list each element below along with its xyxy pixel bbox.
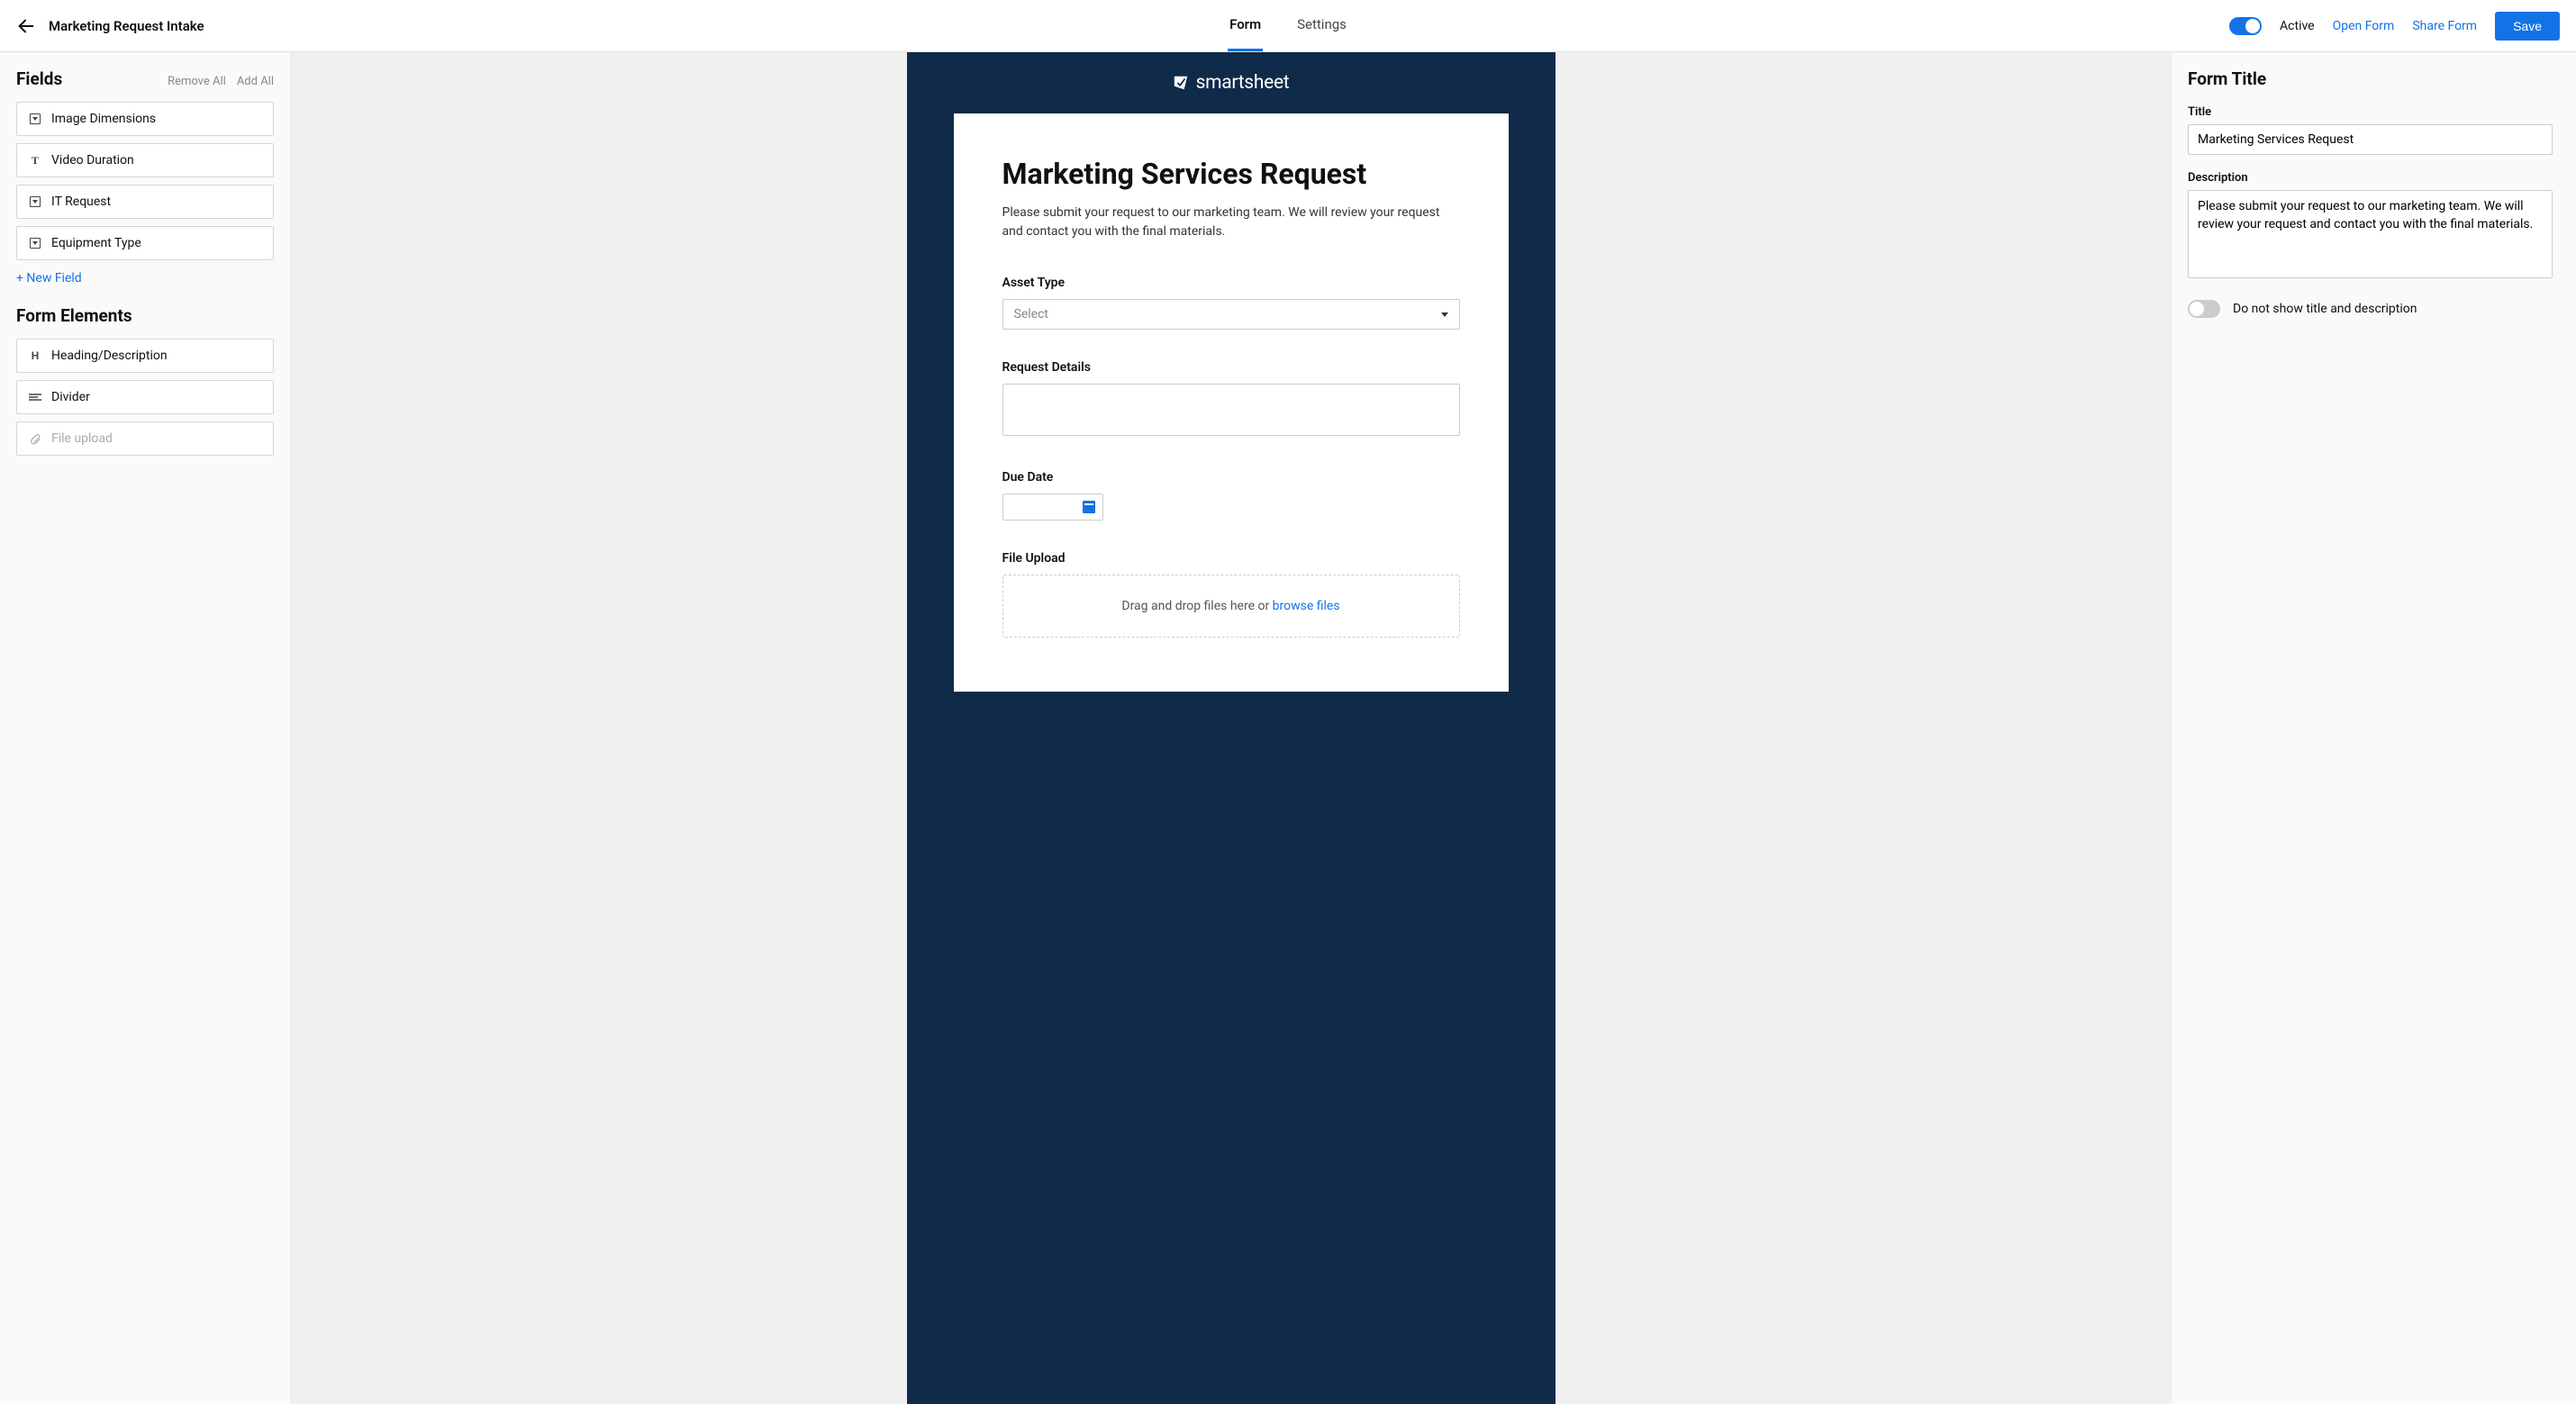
request-details-textarea[interactable] — [1002, 384, 1460, 436]
form-field-request-details[interactable]: Request Details — [1002, 360, 1460, 439]
form-field-file-upload[interactable]: File Upload Drag and drop files here or … — [1002, 551, 1460, 638]
element-label: Heading/Description — [51, 349, 168, 363]
new-field-link[interactable]: + New Field — [16, 267, 82, 289]
right-panel-heading: Form Title — [2188, 68, 2553, 89]
element-label: Divider — [51, 390, 90, 404]
field-label: Due Date — [1002, 470, 1460, 485]
back-arrow-icon[interactable] — [16, 16, 36, 36]
sidebar-right: Form Title Title Description Please subm… — [2171, 52, 2576, 1404]
text-icon: T — [28, 153, 42, 168]
element-divider[interactable]: Divider — [16, 380, 274, 414]
divider-icon — [28, 390, 42, 404]
remove-all-link[interactable]: Remove All — [168, 75, 226, 88]
add-all-link[interactable]: Add All — [237, 75, 274, 88]
file-dropzone[interactable]: Drag and drop files here or browse files — [1002, 575, 1460, 638]
brand-text: smartsheet — [1196, 72, 1290, 94]
title-label: Title — [2188, 105, 2553, 119]
heading-icon: H — [28, 349, 42, 363]
form-field-asset-type[interactable]: Asset Type Select — [1002, 276, 1460, 330]
topbar: Marketing Request Intake Form Settings A… — [0, 0, 2576, 52]
title-input[interactable] — [2188, 124, 2553, 155]
dropdown-icon — [28, 195, 42, 209]
tab-form[interactable]: Form — [1228, 0, 1263, 51]
field-label: File Upload — [1002, 551, 1460, 566]
dropdown-icon — [28, 236, 42, 250]
open-form-link[interactable]: Open Form — [2333, 19, 2395, 33]
form-field-due-date[interactable]: Due Date — [1002, 470, 1460, 521]
select-placeholder: Select — [1014, 307, 1048, 322]
form-title: Marketing Services Request — [1002, 157, 1460, 191]
calendar-icon — [1083, 501, 1095, 513]
dropzone-text: Drag and drop files here or — [1121, 599, 1272, 613]
sidebar-left: Fields Remove All Add All Image Dimensio… — [0, 52, 291, 1404]
save-button[interactable]: Save — [2495, 12, 2560, 41]
description-textarea[interactable]: Please submit your request to our market… — [2188, 190, 2553, 278]
tab-settings[interactable]: Settings — [1295, 0, 1348, 51]
field-item-it-request[interactable]: IT Request — [16, 185, 274, 219]
active-label: Active — [2280, 19, 2315, 33]
description-label: Description — [2188, 171, 2553, 185]
brand-bar: smartsheet — [907, 52, 1556, 113]
hide-title-toggle[interactable] — [2188, 300, 2220, 318]
due-date-input[interactable] — [1002, 494, 1103, 521]
element-heading-description[interactable]: H Heading/Description — [16, 339, 274, 373]
share-form-link[interactable]: Share Form — [2412, 19, 2477, 33]
field-item-equipment-type[interactable]: Equipment Type — [16, 226, 274, 260]
chevron-down-icon — [1441, 313, 1448, 317]
canvas: smartsheet Marketing Services Request Pl… — [291, 52, 2171, 1404]
browse-files-link[interactable]: browse files — [1273, 599, 1340, 613]
field-item-image-dimensions[interactable]: Image Dimensions — [16, 102, 274, 136]
field-label: Image Dimensions — [51, 112, 156, 126]
smartsheet-logo-icon — [1173, 75, 1189, 91]
form-card[interactable]: Marketing Services Request Please submit… — [954, 113, 1509, 692]
element-file-upload[interactable]: File upload — [16, 421, 274, 456]
form-description: Please submit your request to our market… — [1002, 204, 1460, 241]
attachment-icon — [28, 431, 42, 446]
field-label: Equipment Type — [51, 236, 141, 250]
asset-type-select[interactable]: Select — [1002, 299, 1460, 330]
dropdown-icon — [28, 112, 42, 126]
element-label: File upload — [51, 431, 113, 446]
field-label: Request Details — [1002, 360, 1460, 375]
hide-title-label: Do not show title and description — [2233, 302, 2417, 316]
field-label: Asset Type — [1002, 276, 1460, 290]
active-toggle[interactable] — [2229, 17, 2262, 35]
fields-heading: Fields — [16, 68, 62, 89]
field-label: IT Request — [51, 195, 111, 209]
page-title: Marketing Request Intake — [49, 18, 204, 34]
field-label: Video Duration — [51, 153, 134, 168]
form-elements-heading: Form Elements — [16, 305, 274, 326]
field-item-video-duration[interactable]: T Video Duration — [16, 143, 274, 177]
